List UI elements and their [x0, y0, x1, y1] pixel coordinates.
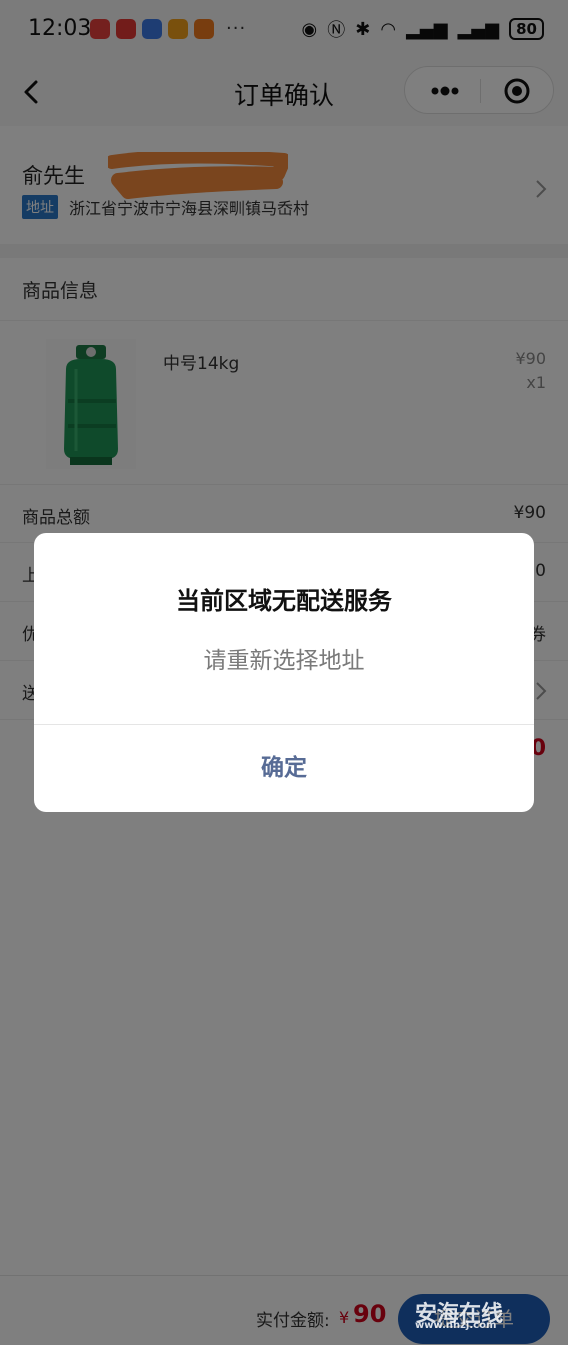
confirm-button[interactable]: 确定 [34, 725, 534, 812]
alert-dialog: 当前区域无配送服务 请重新选择地址 确定 [34, 533, 534, 812]
dialog-message: 请重新选择地址 [203, 648, 365, 674]
watermark-url: www.nhzj.com [415, 1320, 497, 1331]
dialog-title: 当前区域无配送服务 [176, 587, 392, 615]
watermark: 安海在线 www.nhzj.com [415, 1296, 555, 1336]
